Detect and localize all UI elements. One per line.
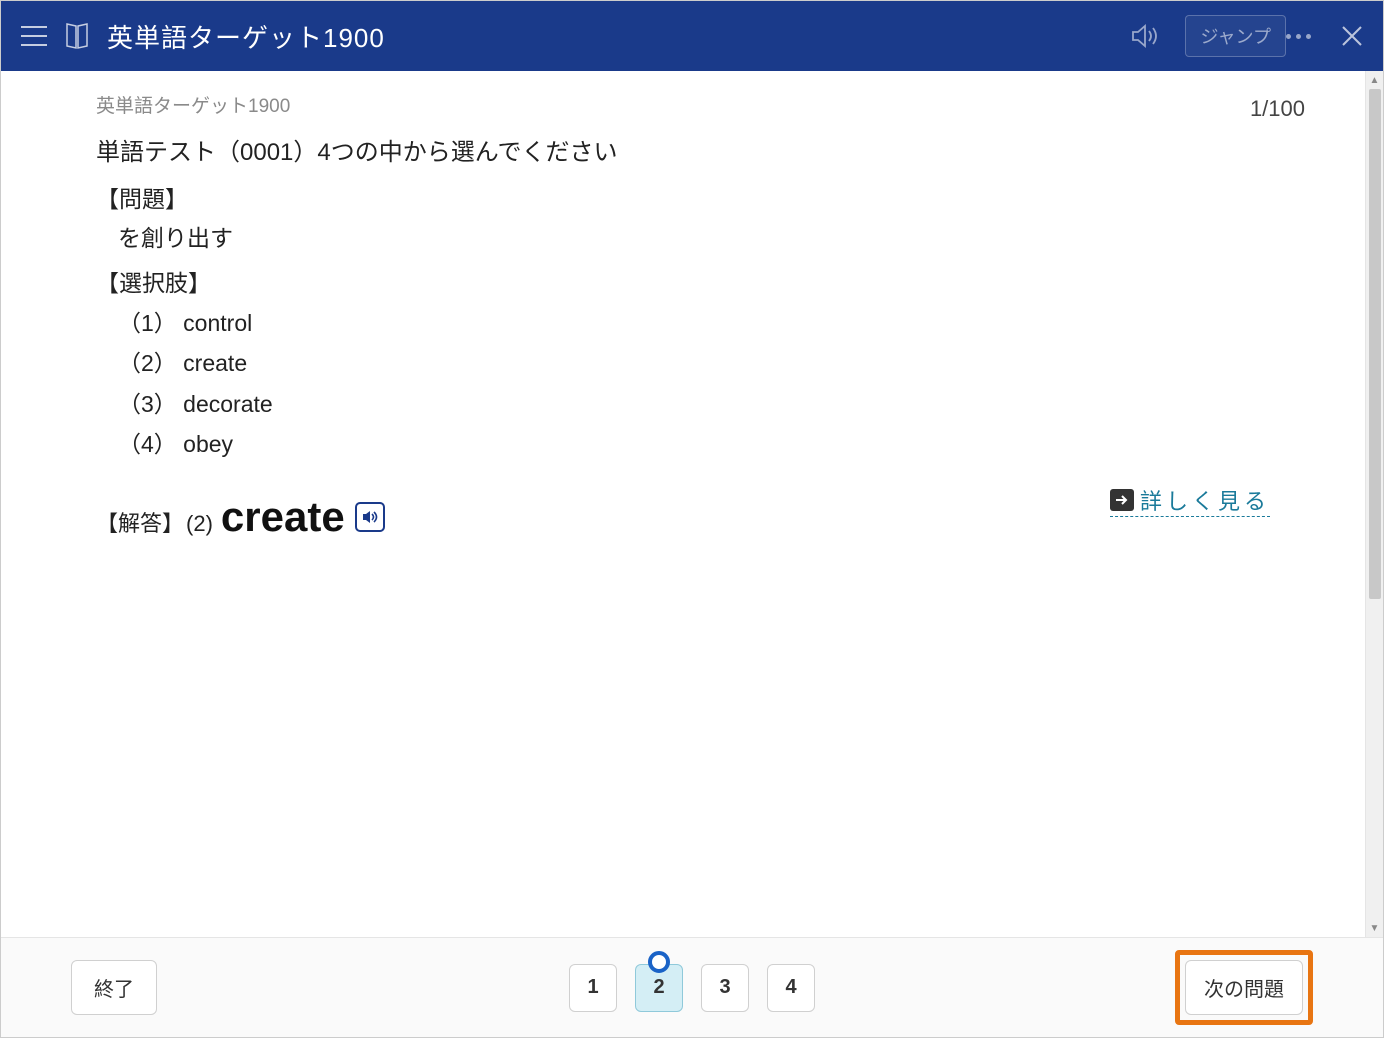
detail-link-label: 詳しく見る bbox=[1140, 484, 1270, 516]
footer: 終了 1234 次の問題 bbox=[1, 937, 1383, 1037]
scroll-down-icon[interactable]: ▼ bbox=[1366, 919, 1383, 937]
scroll-thumb[interactable] bbox=[1369, 89, 1381, 599]
answer-label: 【解答】 bbox=[96, 506, 184, 538]
choices-label: 【選択肢】 bbox=[96, 264, 1270, 303]
detail-link[interactable]: 詳しく見る bbox=[1110, 484, 1270, 517]
book-icon[interactable] bbox=[65, 22, 89, 50]
correct-mark-icon bbox=[648, 951, 670, 973]
main-content: 1/100 英単語ターゲット1900 単語テスト（0001）4つの中から選んでく… bbox=[1, 71, 1365, 937]
question-label: 【問題】 bbox=[96, 180, 1270, 219]
menu-icon[interactable] bbox=[21, 26, 47, 46]
next-button-highlight: 次の問題 bbox=[1175, 950, 1313, 1025]
scroll-up-icon[interactable]: ▲ bbox=[1366, 71, 1383, 89]
test-title: 単語テスト（0001）4つの中から選んでください bbox=[96, 133, 1270, 174]
choice-1: （1） control bbox=[118, 303, 1270, 343]
page-counter: 1/100 bbox=[1250, 96, 1305, 122]
scrollbar[interactable]: ▲ ▼ bbox=[1365, 71, 1383, 937]
choice-3: （3） decorate bbox=[118, 384, 1270, 424]
arrow-right-icon bbox=[1110, 489, 1134, 511]
next-button[interactable]: 次の問題 bbox=[1185, 960, 1303, 1015]
choice-2: （2） create bbox=[118, 343, 1270, 383]
choice-4: （4） obey bbox=[118, 424, 1270, 464]
answer-number: (2) bbox=[186, 511, 213, 537]
answer-option-1[interactable]: 1 bbox=[569, 964, 617, 1012]
answer-option-3[interactable]: 3 bbox=[701, 964, 749, 1012]
more-icon[interactable] bbox=[1286, 34, 1311, 39]
answer-option-2[interactable]: 2 bbox=[635, 964, 683, 1012]
answer-word: create bbox=[221, 493, 345, 541]
answer-option-4[interactable]: 4 bbox=[767, 964, 815, 1012]
answer-buttons: 1234 bbox=[569, 964, 815, 1012]
question-text: を創り出す bbox=[96, 219, 1270, 258]
breadcrumb: 英単語ターゲット1900 bbox=[96, 91, 1270, 118]
app-title: 英単語ターゲット1900 bbox=[107, 18, 385, 55]
audio-play-icon[interactable] bbox=[355, 502, 385, 532]
exit-button[interactable]: 終了 bbox=[71, 960, 157, 1015]
jump-button[interactable]: ジャンプ bbox=[1185, 15, 1286, 57]
app-header: 英単語ターゲット1900 ジャンプ bbox=[1, 1, 1383, 71]
speaker-icon[interactable] bbox=[1130, 23, 1160, 49]
close-icon[interactable] bbox=[1341, 25, 1363, 47]
